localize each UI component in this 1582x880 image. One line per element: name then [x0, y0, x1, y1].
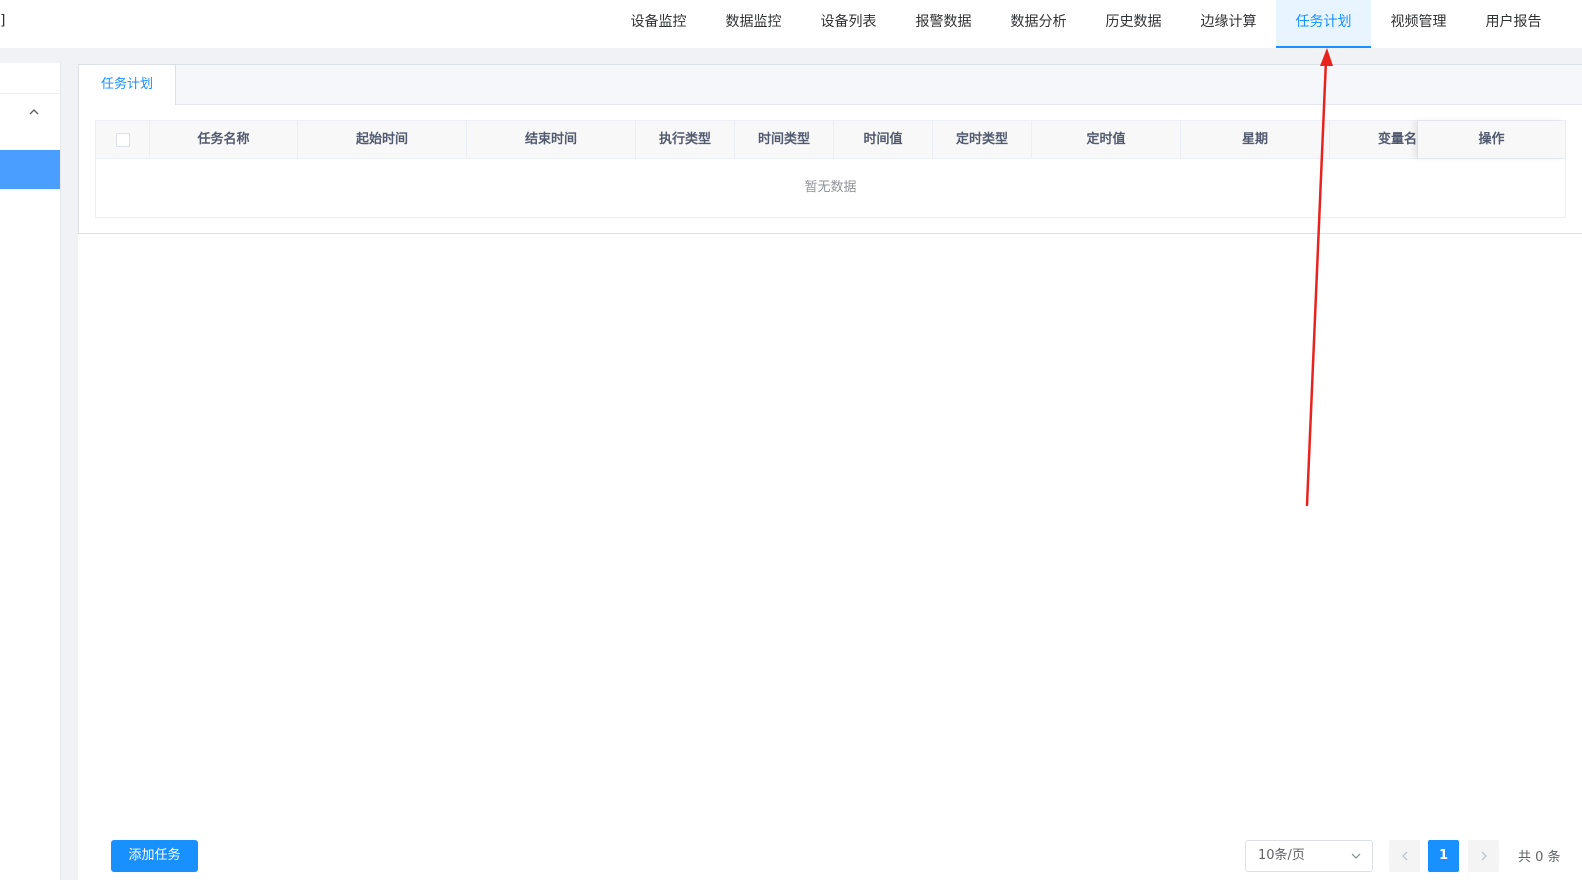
column-header: 结束时间	[467, 121, 636, 158]
nav-item-device-monitor[interactable]: 设备监控	[611, 0, 706, 48]
nav-item-data-monitor[interactable]: 数据监控	[706, 0, 801, 48]
column-header: 任务名称	[150, 121, 298, 158]
tabs-header: 任务计划	[79, 65, 1582, 105]
select-all-checkbox[interactable]	[116, 133, 130, 147]
content-area	[78, 234, 1582, 880]
add-task-button[interactable]: 添加任务	[111, 840, 198, 872]
top-navbar: ] 设备监控 数据监控 设备列表 报警数据 数据分析 历史数据 边缘计算 任务计…	[0, 0, 1582, 48]
next-page-button[interactable]	[1468, 840, 1499, 872]
main-nav: 设备监控 数据监控 设备列表 报警数据 数据分析 历史数据 边缘计算 任务计划 …	[611, 0, 1561, 48]
chevron-right-icon	[1481, 851, 1487, 861]
column-header: 执行类型	[636, 121, 735, 158]
chevron-up-icon	[29, 109, 39, 115]
column-header: 起始时间	[298, 121, 467, 158]
task-plan-panel: 任务计划 任务名称 起始时间 结束时间 执行类型 时间类型 时间值 定时类型 定…	[78, 64, 1582, 234]
page-size-select[interactable]: 10条/页	[1245, 840, 1373, 872]
brand-fragment: ]	[0, 13, 6, 29]
column-header: 变量名	[1330, 121, 1418, 158]
column-header: 时间值	[834, 121, 933, 158]
column-header: 星期	[1181, 121, 1330, 158]
nav-item-data-analysis[interactable]: 数据分析	[991, 0, 1086, 48]
column-header: 时间类型	[735, 121, 834, 158]
task-table: 任务名称 起始时间 结束时间 执行类型 时间类型 时间值 定时类型 定时值 星期…	[95, 120, 1566, 218]
column-header: 定时类型	[933, 121, 1032, 158]
sidebar-item-selected[interactable]	[0, 150, 60, 189]
empty-state: 暂无数据	[804, 180, 857, 195]
nav-item-edge-computing[interactable]: 边缘计算	[1181, 0, 1276, 48]
nav-item-user-report[interactable]: 用户报告	[1466, 0, 1561, 48]
page-number-current[interactable]: 1	[1428, 840, 1459, 872]
header-select-all	[96, 121, 150, 158]
nav-item-task-plan[interactable]: 任务计划	[1276, 0, 1371, 48]
chevron-down-icon	[1351, 853, 1361, 859]
column-header: 定时值	[1032, 121, 1181, 158]
nav-item-video-management[interactable]: 视频管理	[1371, 0, 1466, 48]
page-size-value: 10条/页	[1258, 848, 1305, 863]
nav-item-history-data[interactable]: 历史数据	[1086, 0, 1181, 48]
table-header: 任务名称 起始时间 结束时间 执行类型 时间类型 时间值 定时类型 定时值 星期…	[96, 121, 1565, 159]
total-count: 共 0 条	[1518, 850, 1561, 865]
prev-page-button[interactable]	[1389, 840, 1420, 872]
nav-item-alarm-data[interactable]: 报警数据	[896, 0, 991, 48]
sidebar	[0, 63, 61, 880]
nav-item-device-list[interactable]: 设备列表	[801, 0, 896, 48]
tab-task-plan[interactable]: 任务计划	[79, 65, 176, 105]
column-header: 操作	[1418, 121, 1565, 158]
sidebar-submenu-header[interactable]	[0, 93, 60, 133]
chevron-left-icon	[1401, 851, 1407, 861]
